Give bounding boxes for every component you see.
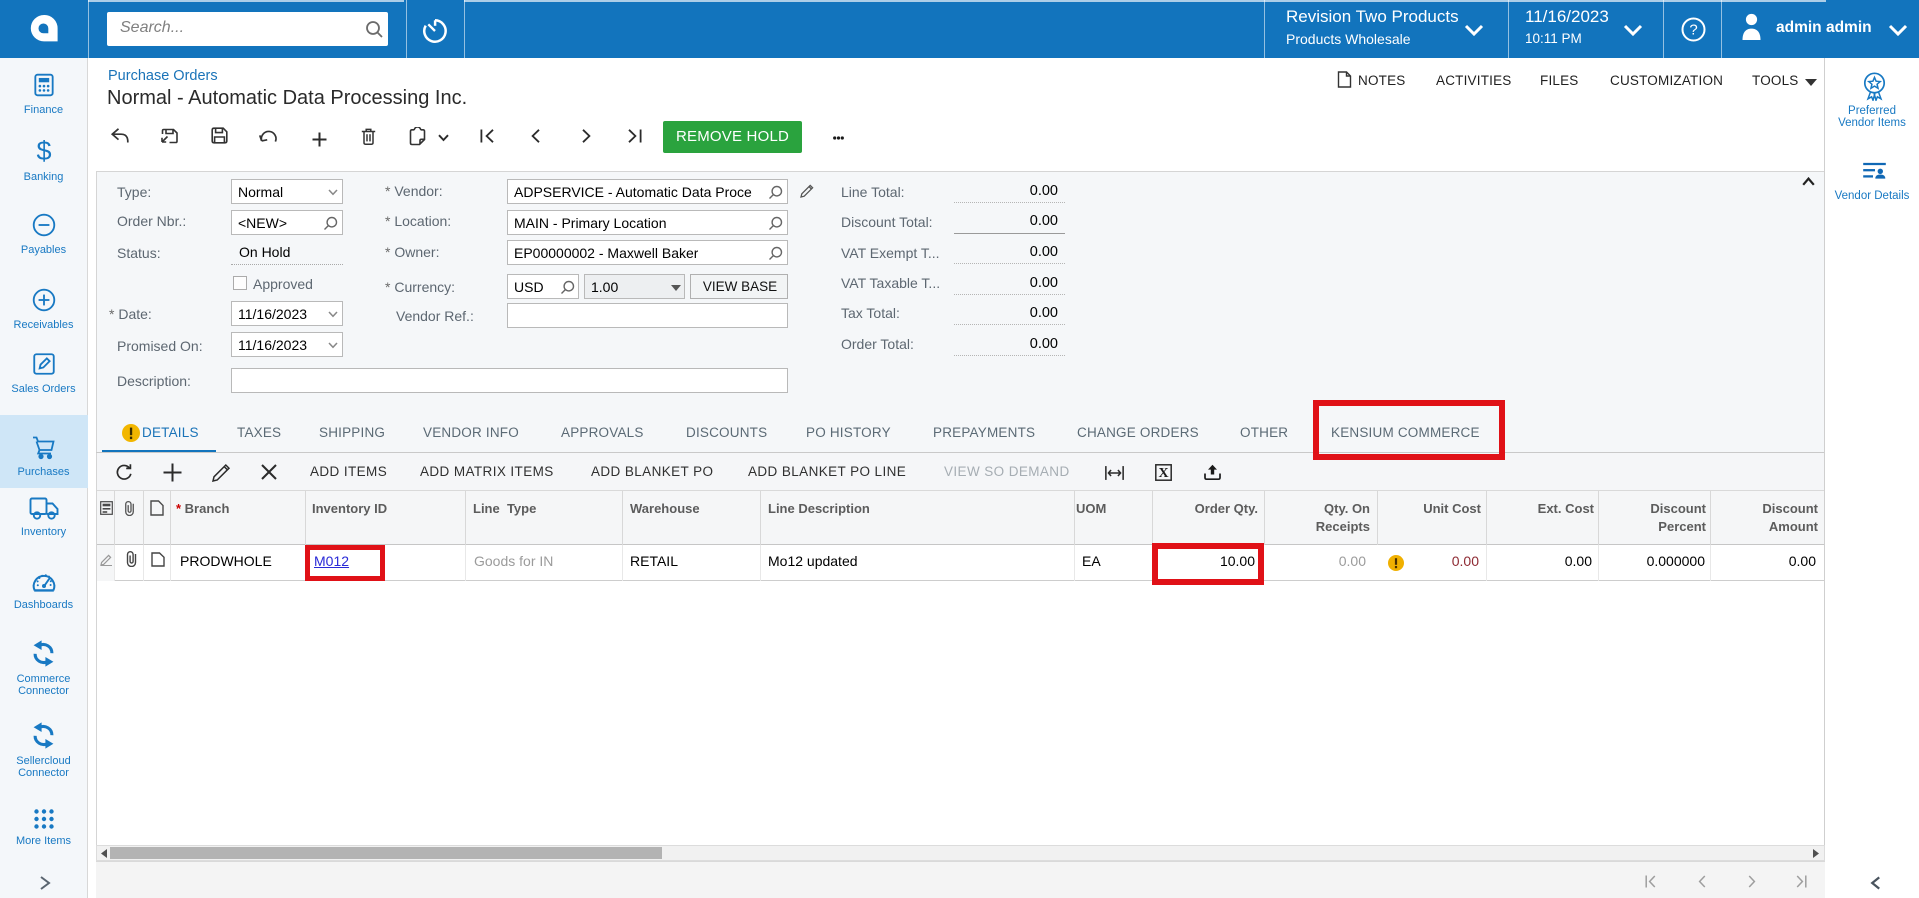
svg-text:X: X [1158, 466, 1168, 481]
svg-text:?: ? [1689, 22, 1697, 39]
svg-text:$: $ [36, 137, 51, 165]
